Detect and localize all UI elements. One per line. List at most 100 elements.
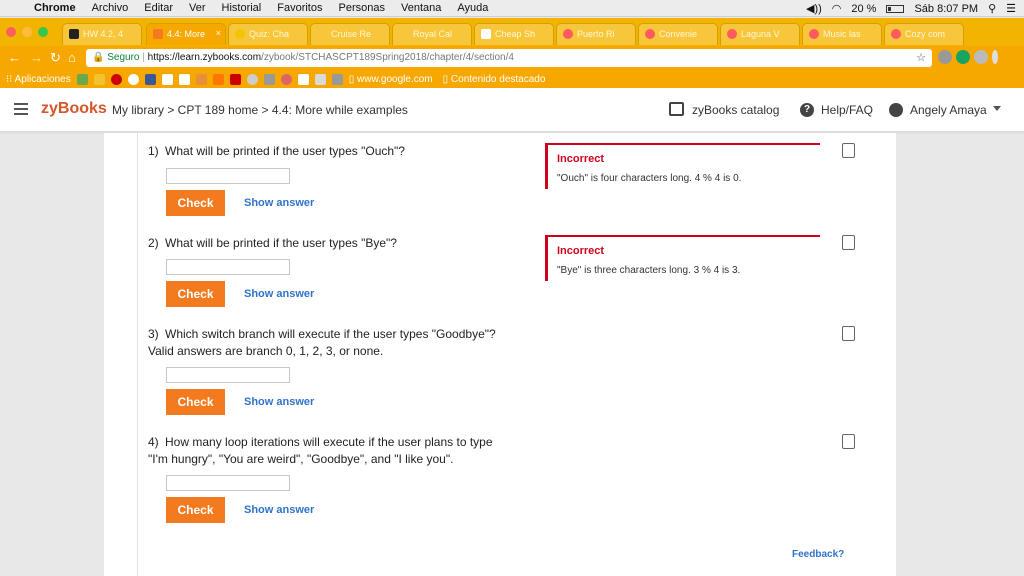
feedback-text: "Bye" is three characters long. 3 % 4 is… (557, 265, 741, 276)
menu-favoritos[interactable]: Favoritos (269, 2, 330, 14)
answer-input-4[interactable] (166, 475, 290, 491)
show-answer-4[interactable]: Show answer (244, 504, 314, 516)
show-answer-1[interactable]: Show answer (244, 197, 314, 209)
check-button-4[interactable]: Check (166, 497, 225, 523)
close-tab-icon[interactable]: × (216, 28, 221, 38)
bookmark-icon[interactable] (93, 73, 105, 85)
page-icon[interactable] (297, 73, 309, 85)
tab-quiz[interactable]: Quiz: Cha (228, 23, 308, 45)
bookmark-icon[interactable] (110, 73, 122, 85)
zybooks-logo[interactable]: zyBooks (41, 100, 107, 118)
menu-historial[interactable]: Historial (214, 2, 270, 14)
bookmark-icon[interactable] (314, 73, 326, 85)
tab-more-while[interactable]: 4.4: More × (146, 23, 226, 45)
youtube-icon[interactable] (229, 73, 241, 85)
bookmark-icon-2[interactable] (842, 235, 855, 250)
chevron-down-icon[interactable] (993, 106, 1001, 111)
bookmark-icon[interactable] (280, 73, 292, 85)
bookmark-icon-1[interactable] (842, 143, 855, 158)
airbnb-icon (809, 29, 819, 39)
catalog-link[interactable]: zyBooks catalog (692, 103, 779, 117)
feedback-1: Incorrect "Ouch" is four characters long… (545, 143, 820, 189)
bookmark-featured[interactable]: ▯ Contenido destacado (443, 74, 546, 85)
menu-ventana[interactable]: Ventana (393, 2, 449, 14)
volume-icon[interactable]: ◀)) (806, 2, 822, 15)
bookmark-icon[interactable] (263, 73, 275, 85)
forward-icon[interactable]: → (30, 50, 43, 65)
tab-cozy[interactable]: Cozy com (884, 23, 964, 45)
bookmark-icon-3[interactable] (842, 326, 855, 341)
tab-cheap[interactable]: Cheap Sh (474, 23, 554, 45)
answer-input-2[interactable] (166, 259, 290, 275)
spotlight-icon[interactable]: ⚲ (988, 2, 996, 15)
help-icon[interactable]: ? (800, 103, 814, 117)
bookmark-icon[interactable] (331, 73, 343, 85)
bookmark-icon[interactable] (76, 73, 88, 85)
apps-shortcut[interactable]: ⁝⁝ Aplicaciones (6, 74, 71, 85)
tab-cruise[interactable]: Cruise Re (310, 23, 390, 45)
airbnb-icon (727, 29, 737, 39)
address-bar[interactable]: 🔒 Seguro | https://learn.zybooks.com/zyb… (86, 49, 932, 67)
battery-icon[interactable] (886, 4, 905, 13)
home-icon[interactable]: ⌂ (68, 50, 76, 65)
feedback-title: Incorrect (557, 153, 605, 165)
user-avatar-icon[interactable] (889, 103, 903, 117)
wifi-icon[interactable]: ◠ (832, 2, 842, 15)
url-host: https://learn.zybooks.com (147, 52, 262, 63)
catalog-icon[interactable] (669, 102, 684, 116)
more-menu-icon[interactable] (992, 50, 998, 64)
check-button-3[interactable]: Check (166, 389, 225, 415)
bookmark-google[interactable]: ▯ www.google.com (349, 74, 433, 85)
extension-icon[interactable] (956, 50, 970, 64)
bookmark-icon[interactable] (246, 73, 258, 85)
clock[interactable]: Sáb 8:07 PM (914, 3, 978, 15)
close-window-icon[interactable] (6, 27, 16, 37)
bookmarks-bar: ⁝⁝ Aplicaciones ▯ www.google.com ▯ Conte… (0, 70, 1024, 88)
show-answer-2[interactable]: Show answer (244, 288, 314, 300)
window-controls (6, 27, 48, 37)
airbnb-icon (891, 29, 901, 39)
help-link[interactable]: Help/FAQ (821, 103, 873, 117)
menu-editar[interactable]: Editar (136, 2, 181, 14)
menu-personas[interactable]: Personas (331, 2, 393, 14)
bookmark-icon-4[interactable] (842, 434, 855, 449)
tab-music[interactable]: Music las (802, 23, 882, 45)
breadcrumb[interactable]: My library > CPT 189 home > 4.4: More wh… (112, 103, 408, 117)
bookmark-star-icon[interactable]: ☆ (916, 51, 926, 64)
question-4: 4) How many loop iterations will execute… (148, 435, 493, 466)
menu-archivo[interactable]: Archivo (84, 2, 137, 14)
tab-convenie[interactable]: Convenie (638, 23, 718, 45)
airbnb-icon (645, 29, 655, 39)
list-icon[interactable]: ☰ (1006, 2, 1016, 15)
menu-ayuda[interactable]: Ayuda (449, 2, 496, 14)
answer-input-3[interactable] (166, 367, 290, 383)
back-icon[interactable]: ← (8, 50, 21, 65)
reload-icon[interactable]: ↻ (50, 50, 61, 66)
zoom-window-icon[interactable] (38, 27, 48, 37)
tab-puerto[interactable]: Puerto Ri (556, 23, 636, 45)
question-1: 1) What will be printed if the user type… (148, 144, 405, 158)
secure-label: Seguro (107, 52, 140, 63)
bookmark-icon[interactable] (195, 73, 207, 85)
amazon-icon[interactable] (178, 73, 190, 85)
extension-icon[interactable] (974, 50, 988, 64)
check-button-2[interactable]: Check (166, 281, 225, 307)
tab-hw[interactable]: HW 4.2, 4 (62, 23, 142, 45)
soundcloud-icon[interactable] (212, 73, 224, 85)
hamburger-menu-icon[interactable] (14, 103, 28, 118)
show-answer-3[interactable]: Show answer (244, 396, 314, 408)
status-area: ◀)) ◠ 20 % Sáb 8:07 PM ⚲ ☰ (806, 0, 1016, 17)
feedback-link[interactable]: Feedback? (792, 549, 844, 560)
menu-app-name[interactable]: Chrome (26, 2, 84, 14)
user-name[interactable]: Angely Amaya (910, 103, 987, 117)
answer-input-1[interactable] (166, 168, 290, 184)
menu-ver[interactable]: Ver (181, 2, 214, 14)
extension-icon[interactable] (938, 50, 952, 64)
bookmark-icon[interactable] (161, 73, 173, 85)
minimize-window-icon[interactable] (22, 27, 32, 37)
google-icon[interactable] (127, 73, 139, 85)
facebook-icon[interactable] (144, 73, 156, 85)
tab-royal[interactable]: Royal Cal (392, 23, 472, 45)
tab-laguna[interactable]: Laguna V (720, 23, 800, 45)
check-button-1[interactable]: Check (166, 190, 225, 216)
